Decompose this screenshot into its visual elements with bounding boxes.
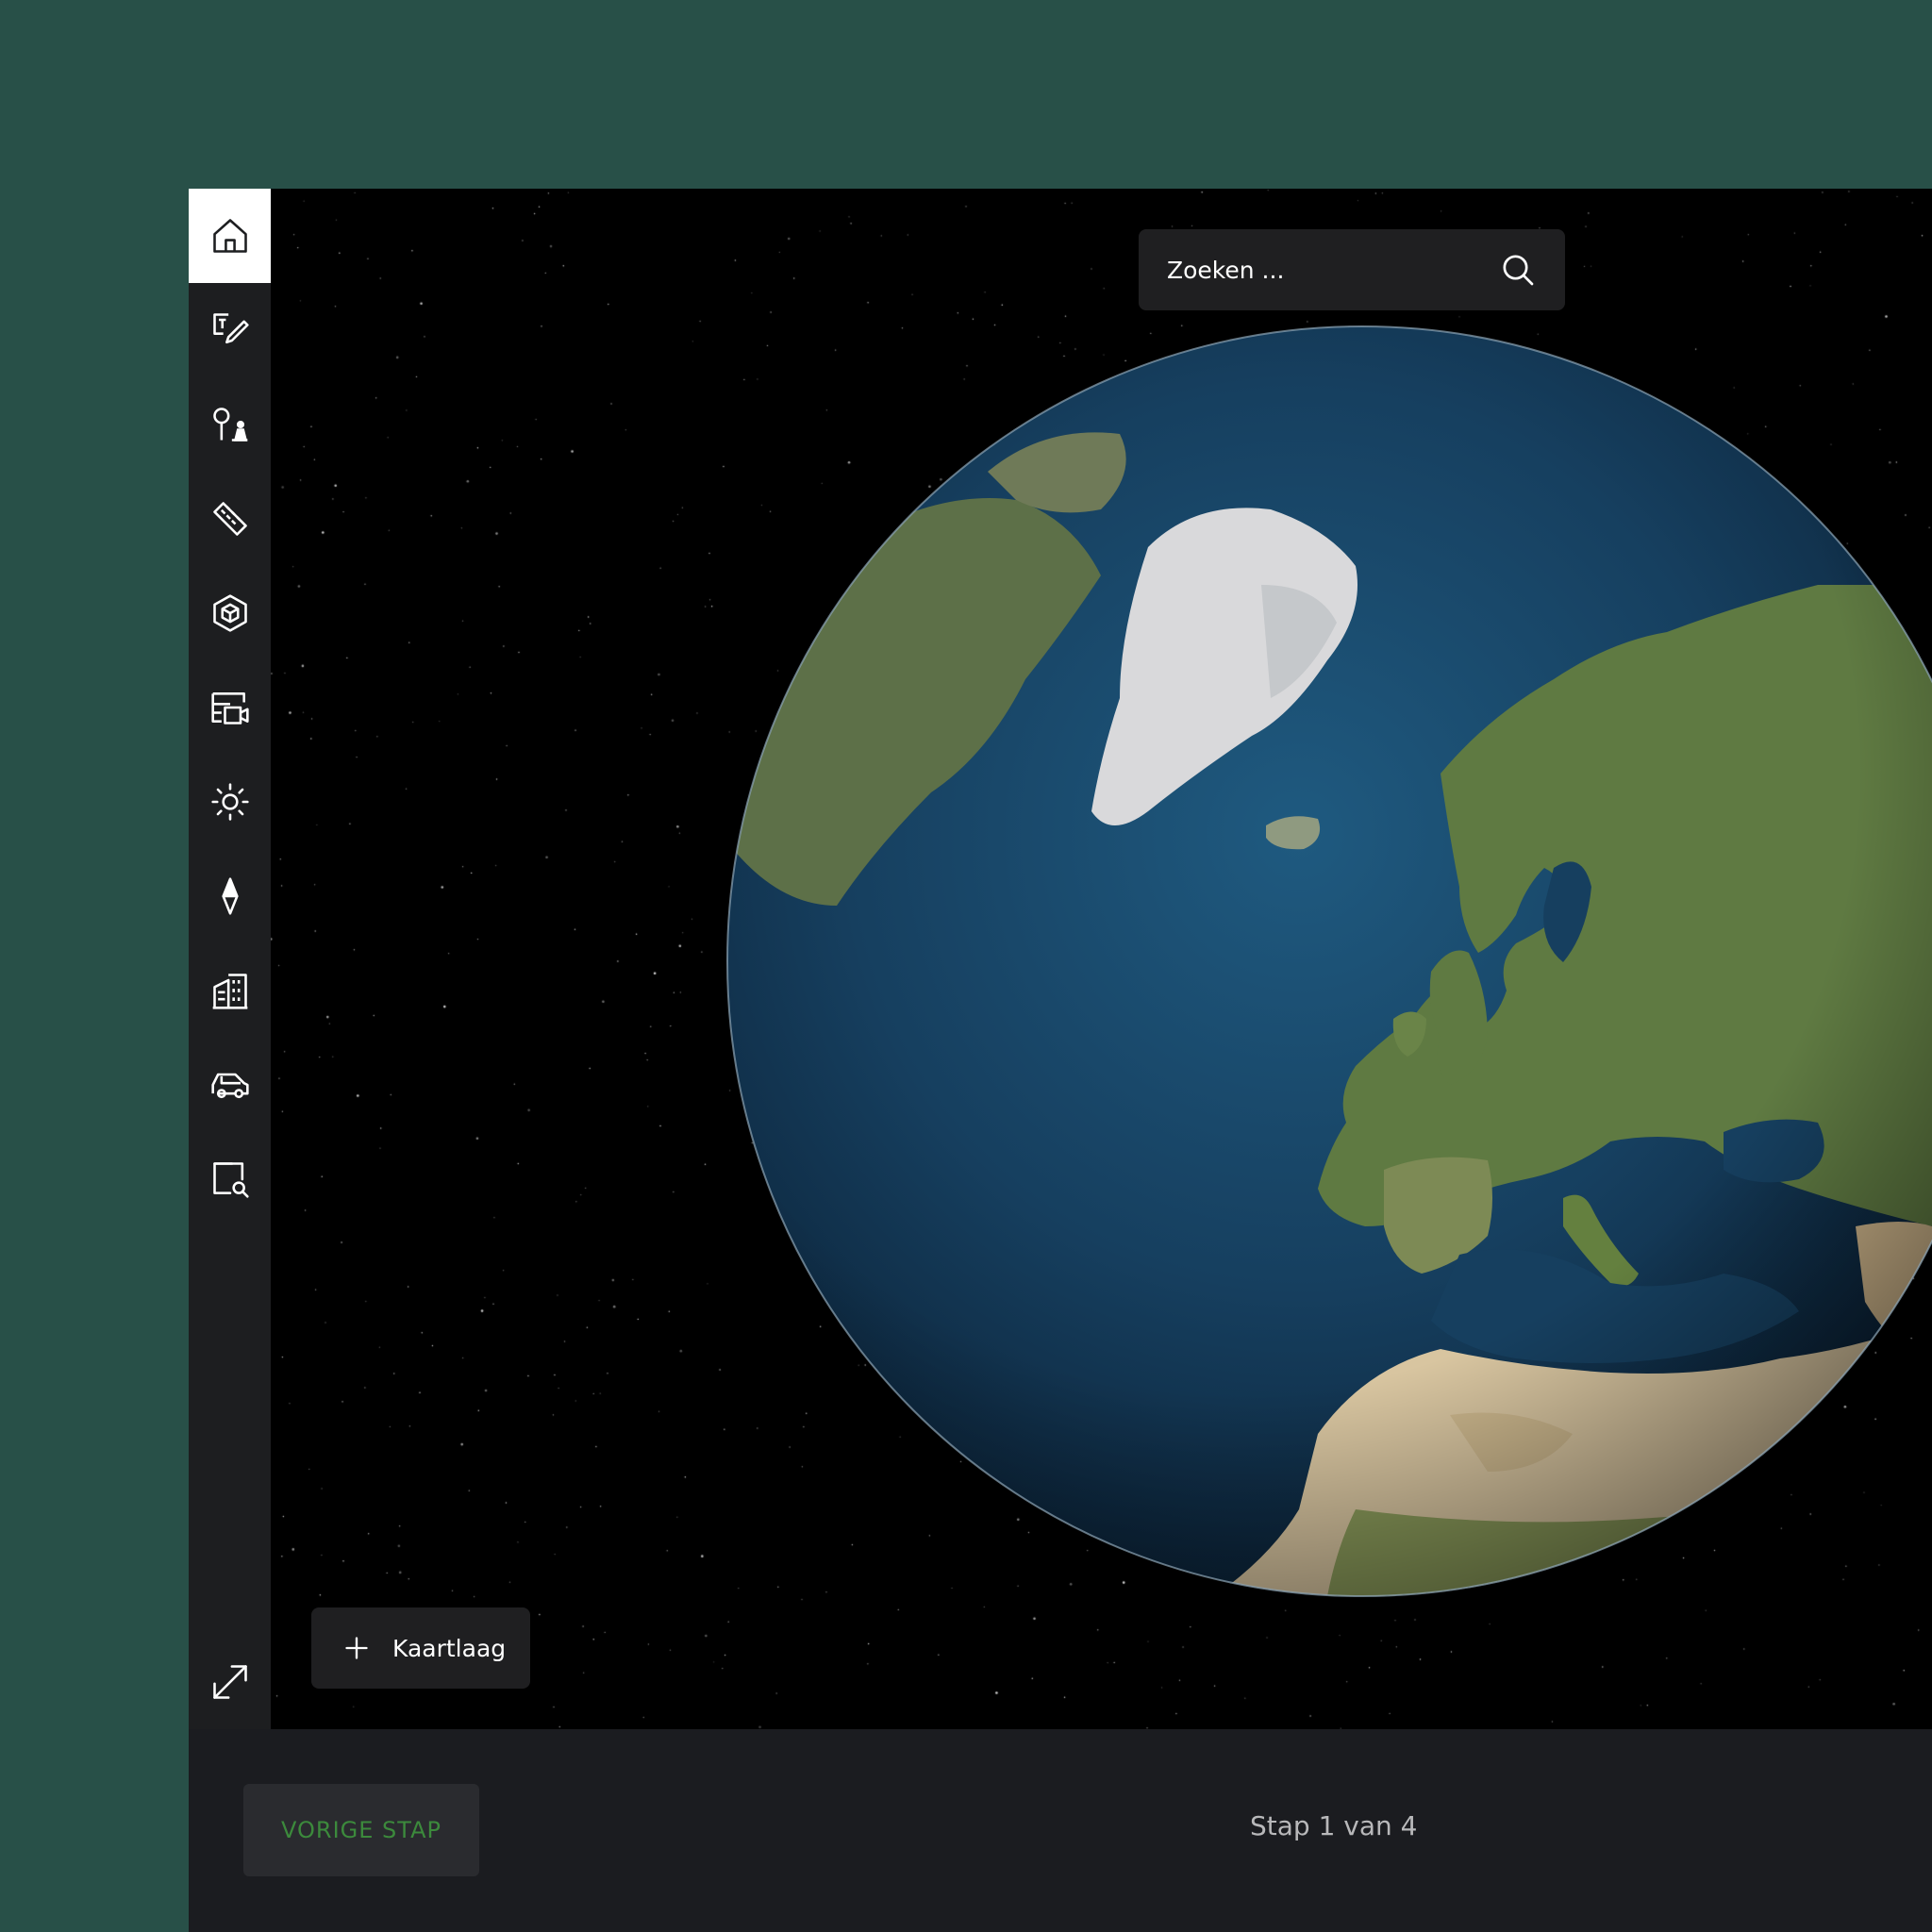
- draw-text-button[interactable]: [189, 283, 271, 377]
- fullscreen-button[interactable]: [189, 1635, 271, 1729]
- tool-sidebar: [189, 189, 271, 1729]
- marker-button[interactable]: [189, 377, 271, 472]
- plus-icon: [345, 1637, 368, 1659]
- fullscreen-icon: [212, 1665, 247, 1699]
- cube-icon: [212, 594, 247, 632]
- add-map-layer-button[interactable]: Kaartlaag: [311, 1607, 530, 1689]
- home-icon: [212, 219, 247, 253]
- pin-person-icon: [212, 408, 247, 441]
- 3d-objects-button[interactable]: [189, 566, 271, 660]
- compass-button[interactable]: [189, 849, 271, 943]
- home-button[interactable]: [189, 189, 271, 283]
- building-icon: [212, 974, 247, 1009]
- ruler-icon: [212, 502, 247, 536]
- previous-step-label: VORIGE STAP: [281, 1817, 441, 1843]
- search-area-icon: [212, 1162, 249, 1198]
- traffic-button[interactable]: [189, 1038, 271, 1132]
- search-button[interactable]: [1497, 249, 1539, 291]
- presentation-icon: [210, 692, 249, 724]
- app-window: Kaartlaag VORIGE STAP Stap 1 van 4: [189, 189, 1932, 1932]
- map-viewport[interactable]: Kaartlaag: [271, 189, 1932, 1729]
- buildings-button[interactable]: [189, 943, 271, 1038]
- search-icon: [1503, 255, 1534, 286]
- text-edit-icon: [212, 313, 249, 344]
- sun-icon: [210, 783, 249, 821]
- sun-shadow-button[interactable]: [189, 755, 271, 849]
- area-search-button[interactable]: [189, 1132, 271, 1226]
- wizard-footer: VORIGE STAP Stap 1 van 4: [189, 1729, 1932, 1932]
- compass-icon: [221, 877, 239, 915]
- previous-step-button[interactable]: VORIGE STAP: [243, 1784, 479, 1876]
- search-input[interactable]: [1165, 255, 1497, 285]
- search-box[interactable]: [1139, 229, 1565, 310]
- earth-globe[interactable]: [271, 189, 1932, 1729]
- presentation-button[interactable]: [189, 660, 271, 755]
- add-map-layer-label: Kaartlaag: [392, 1634, 507, 1662]
- measure-button[interactable]: [189, 472, 271, 566]
- car-icon: [210, 1073, 249, 1099]
- step-indicator: Stap 1 van 4: [1250, 1810, 1418, 1841]
